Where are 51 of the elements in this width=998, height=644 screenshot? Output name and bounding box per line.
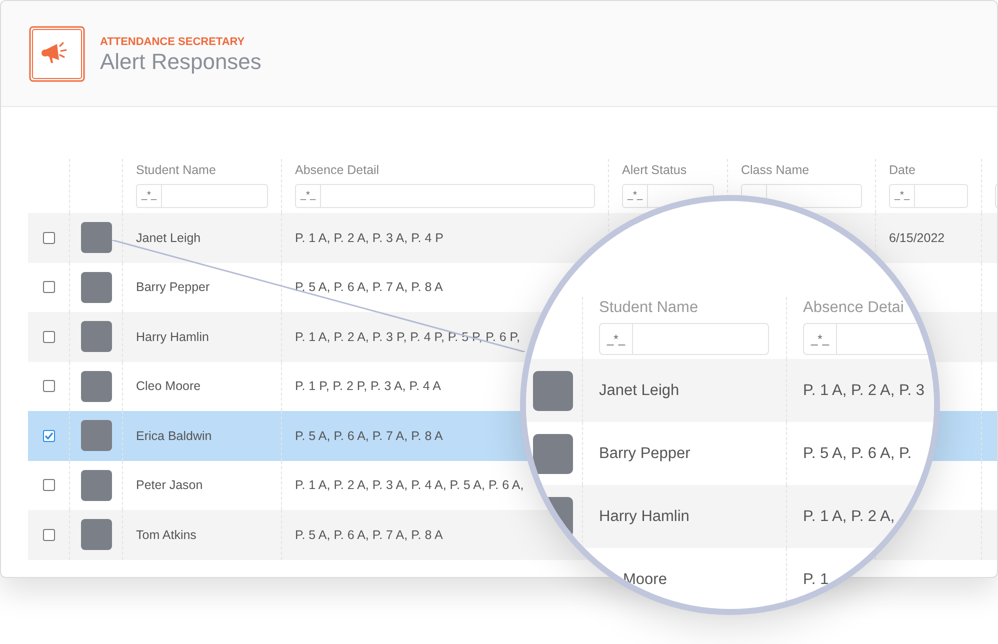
absence-detail: P. 1 [803, 570, 829, 588]
filter-operator[interactable]: _*_ [296, 185, 321, 207]
absence-detail: P. 1 P, P. 2 P, P. 3 A, P. 4 A [295, 379, 441, 394]
column-header[interactable]: Absence Detail [295, 163, 595, 181]
student-name: Barry Pepper [599, 444, 690, 462]
absence-detail: P. 5 A, P. 6 A, P. 7 A, P. 8 A [295, 280, 443, 294]
app-name: ATTENDANCE SECRETARY [100, 36, 246, 48]
student-name: Peter Jason [136, 478, 203, 492]
photo-placeholder [533, 370, 573, 410]
student-name: Cleo Moore [136, 379, 201, 394]
photo-placeholder [80, 272, 112, 303]
student-name: Janet Leigh [599, 382, 680, 400]
filter-operator[interactable]: _*_ [137, 185, 162, 207]
row-checkbox[interactable] [42, 232, 54, 244]
photo-placeholder [80, 370, 112, 402]
column-header[interactable]: Date [889, 163, 968, 181]
absence-detail: P. 1 A, P. 2 A, P. 3 A, P. 4 P [295, 230, 444, 245]
column-header[interactable]: Alert Status [622, 163, 714, 181]
absence-detail: P. 1 A, P. 2 A, [803, 508, 895, 526]
absence-detail: P. 5 A, P. 6 A, P. [803, 444, 912, 462]
filter-operator: _*_ [804, 324, 837, 354]
photo-placeholder [533, 434, 573, 474]
student-name: Janet Leigh [136, 230, 201, 245]
row-checkbox[interactable] [42, 479, 54, 492]
student-name: Harry Hamlin [136, 330, 209, 344]
student-name: Barry Pepper [136, 280, 210, 294]
photo-placeholder [80, 222, 112, 254]
photo-placeholder [80, 321, 112, 352]
student-name: Erica Baldwin [136, 428, 212, 443]
row-checkbox[interactable] [42, 430, 54, 442]
row-checkbox[interactable] [42, 330, 54, 343]
student-name: Harry Hamlin [599, 508, 690, 526]
filter-operator: _*_ [600, 324, 633, 354]
row-checkbox[interactable] [42, 281, 54, 294]
photo-placeholder [80, 420, 112, 452]
column-header[interactable]: Student Name [136, 163, 268, 181]
date: 6/15/2022 [889, 230, 945, 245]
column-header[interactable]: Class Name [741, 163, 862, 181]
filter-field[interactable]: _*_ [136, 184, 268, 208]
absence-detail: P. 1 A, P. 2 A, P. 3 [803, 382, 925, 400]
student-name: Tom Atkins [136, 528, 196, 542]
student-name: Moore [623, 570, 667, 588]
megaphone-icon [29, 26, 85, 82]
absence-detail: P. 5 A, P. 6 A, P. 7 A, P. 8 A [295, 528, 443, 542]
photo-placeholder [80, 519, 112, 550]
photo-placeholder [80, 470, 112, 501]
page-title: Alert Responses [100, 49, 262, 75]
row-checkbox[interactable] [42, 528, 54, 541]
absence-detail: P. 1 A, P. 2 A, P. 3 A, P. 4 A, P. 5 A, P. 6 A, [295, 478, 524, 492]
absence-detail: P. 5 A, P. 6 A, P. 7 A, P. 8 A [295, 428, 443, 443]
row-checkbox[interactable] [42, 380, 54, 392]
